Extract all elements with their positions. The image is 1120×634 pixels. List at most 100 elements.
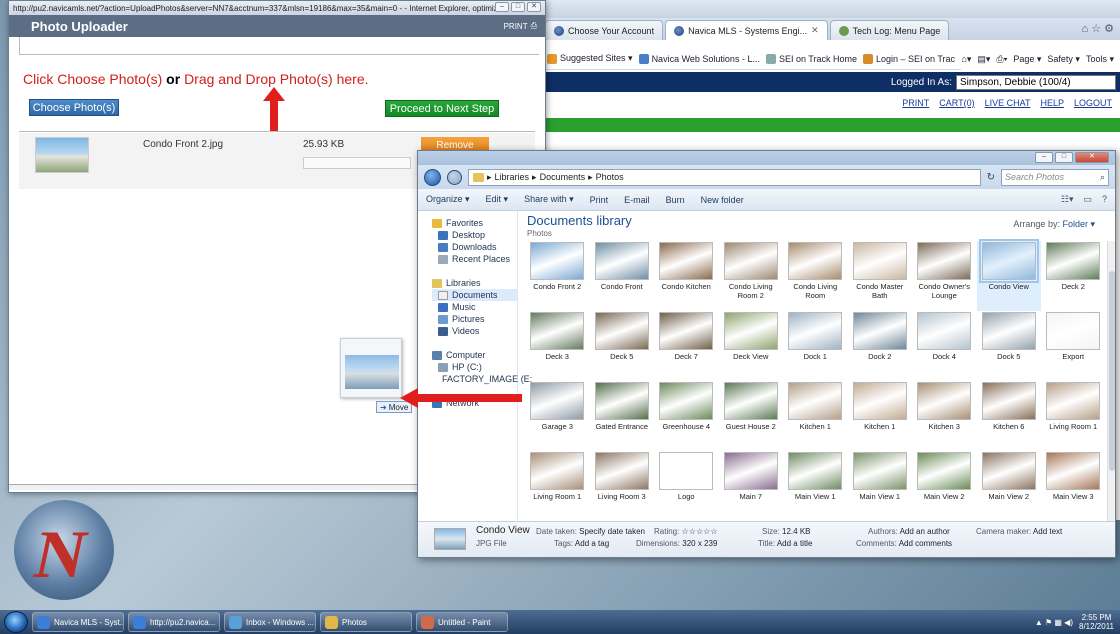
favorite-suggested-sites[interactable]: Suggested Sites ▾: [547, 53, 633, 64]
vertical-scrollbar[interactable]: [1107, 241, 1115, 523]
favorite-sei-login[interactable]: Login – SEI on Trac: [862, 53, 955, 64]
taskbar-item[interactable]: Photos: [320, 612, 412, 632]
camera-maker-value[interactable]: Add text: [1033, 527, 1062, 536]
photo-item[interactable]: Condo Owner's Lounge: [912, 241, 977, 311]
photo-item[interactable]: Condo Front: [590, 241, 655, 311]
favorite-navica-web[interactable]: Navica Web Solutions - L...: [638, 53, 760, 64]
photo-item[interactable]: Kitchen 1: [783, 381, 848, 451]
photo-item[interactable]: Dock 5: [977, 311, 1042, 381]
minimize-button[interactable]: –: [495, 2, 509, 12]
photo-item[interactable]: Living Room 1: [525, 451, 590, 521]
photo-item[interactable]: Deck 3: [525, 311, 590, 381]
logout-link[interactable]: LOGOUT: [1074, 98, 1112, 108]
nav-music[interactable]: Music: [432, 301, 517, 313]
arrange-by-select[interactable]: Folder ▾: [1062, 219, 1095, 229]
photo-item[interactable]: Main 7: [719, 451, 784, 521]
close-button[interactable]: ✕: [527, 2, 541, 12]
photo-item[interactable]: Deck 7: [654, 311, 719, 381]
nav-pictures[interactable]: Pictures: [432, 313, 517, 325]
tray-icons[interactable]: ▲ ⚑ ▦ ◀): [1035, 618, 1073, 627]
nav-hp-drive[interactable]: HP (C:): [432, 361, 517, 373]
ie-tab-choose-account[interactable]: Choose Your Account: [545, 20, 664, 40]
logged-in-select[interactable]: Simpson, Debbie (100/4): [956, 74, 1116, 90]
photo-item[interactable]: Main View 3: [1041, 451, 1106, 521]
minimize-button[interactable]: –: [1035, 152, 1053, 163]
taskbar-item[interactable]: Untitled - Paint: [416, 612, 508, 632]
address-bar[interactable]: ▸ Libraries ▸ Documents ▸ Photos: [468, 168, 981, 186]
photo-item[interactable]: Living Room 3: [590, 451, 655, 521]
photo-item[interactable]: Main View 1: [783, 451, 848, 521]
close-icon[interactable]: ✕: [811, 25, 819, 36]
photo-item[interactable]: Living Room 1: [1041, 381, 1106, 451]
start-button[interactable]: [4, 611, 28, 633]
nav-downloads[interactable]: Downloads: [432, 241, 517, 253]
photo-item[interactable]: Kitchen 6: [977, 381, 1042, 451]
breadcrumb-photos[interactable]: Photos: [596, 172, 624, 182]
photo-item[interactable]: Logo: [654, 451, 719, 521]
photo-item[interactable]: Deck 5: [590, 311, 655, 381]
search-input[interactable]: Search Photos ⌕: [1001, 168, 1109, 186]
close-button[interactable]: ✕: [1075, 152, 1109, 163]
photo-item[interactable]: Condo Kitchen: [654, 241, 719, 311]
photo-item[interactable]: Guest House 2: [719, 381, 784, 451]
tools-menu[interactable]: Tools ▾: [1086, 54, 1114, 65]
nav-computer[interactable]: Computer: [432, 349, 517, 361]
email-button[interactable]: E-mail: [624, 195, 650, 205]
taskbar-item[interactable]: http://pu2.navica...: [128, 612, 220, 632]
photo-item[interactable]: Deck 2: [1041, 241, 1106, 311]
photo-item[interactable]: Main View 2: [977, 451, 1042, 521]
preview-pane-icon[interactable]: ▭: [1083, 194, 1092, 205]
photo-item[interactable]: Dock 1: [783, 311, 848, 381]
photo-item[interactable]: Export: [1041, 311, 1106, 381]
comments-value[interactable]: Add comments: [899, 539, 952, 548]
photo-item[interactable]: Main View 1: [848, 451, 913, 521]
help-link[interactable]: HELP: [1040, 98, 1064, 108]
maximize-button[interactable]: □: [1055, 152, 1073, 163]
clock[interactable]: 2:55 PM 8/12/2011: [1079, 613, 1114, 631]
photo-item[interactable]: Greenhouse 4: [654, 381, 719, 451]
ie-tab-tech-log[interactable]: Tech Log: Menu Page: [829, 20, 950, 40]
taskbar-item[interactable]: Navica MLS - Syst...: [32, 612, 124, 632]
photo-item[interactable]: Deck View: [719, 311, 784, 381]
title-value[interactable]: Add a title: [777, 539, 813, 548]
photo-item[interactable]: Main View 2: [912, 451, 977, 521]
nav-factory-image-drive[interactable]: FACTORY_IMAGE (E:: [432, 373, 532, 385]
refresh-icon[interactable]: ↻: [987, 172, 995, 183]
proceed-next-step-button[interactable]: Proceed to Next Step: [385, 100, 499, 117]
photo-item[interactable]: Dock 2: [848, 311, 913, 381]
photo-item[interactable]: Condo Living Room 2: [719, 241, 784, 311]
photo-item[interactable]: Garage 3: [525, 381, 590, 451]
photo-item[interactable]: Kitchen 3: [912, 381, 977, 451]
photo-item[interactable]: Condo Front 2: [525, 241, 590, 311]
burn-button[interactable]: Burn: [666, 195, 685, 205]
help-icon[interactable]: ?: [1102, 194, 1107, 205]
cart-link[interactable]: CART(0): [939, 98, 974, 108]
nav-favorites[interactable]: Favorites: [432, 217, 517, 229]
home-icon[interactable]: ⌂▾: [961, 54, 971, 65]
breadcrumb-libraries[interactable]: Libraries: [495, 172, 530, 182]
edit-menu[interactable]: Edit ▾: [486, 194, 509, 205]
safety-menu[interactable]: Safety ▾: [1047, 54, 1080, 65]
ie-tab-navica-mls[interactable]: Navica MLS - Systems Engi... ✕: [665, 20, 828, 40]
photo-item[interactable]: Condo Master Bath: [848, 241, 913, 311]
new-folder-button[interactable]: New folder: [701, 195, 744, 205]
photo-item[interactable]: Dock 4: [912, 311, 977, 381]
nav-videos[interactable]: Videos: [432, 325, 517, 337]
organize-menu[interactable]: Organize ▾: [426, 194, 470, 205]
photo-item[interactable]: Gated Entrance: [590, 381, 655, 451]
share-with-menu[interactable]: Share with ▾: [524, 194, 574, 205]
rating-stars[interactable]: ☆☆☆☆☆: [682, 527, 718, 536]
photo-item[interactable]: Kitchen 1: [848, 381, 913, 451]
nav-desktop[interactable]: Desktop: [432, 229, 517, 241]
nav-recent-places[interactable]: Recent Places: [432, 253, 517, 265]
back-icon[interactable]: [424, 168, 441, 186]
nav-libraries[interactable]: Libraries: [432, 277, 517, 289]
photo-item[interactable]: Condo View: [976, 239, 1041, 311]
photo-item[interactable]: Condo Living Room: [783, 241, 848, 311]
view-options-icon[interactable]: ☷▾: [1061, 194, 1074, 205]
choose-photos-button[interactable]: Choose Photo(s): [29, 99, 119, 116]
breadcrumb-documents[interactable]: Documents: [540, 172, 586, 182]
print-button[interactable]: Print: [590, 195, 609, 205]
scrollbar-thumb[interactable]: [1109, 271, 1115, 471]
favorite-sei-home[interactable]: SEI on Track Home: [765, 53, 857, 64]
